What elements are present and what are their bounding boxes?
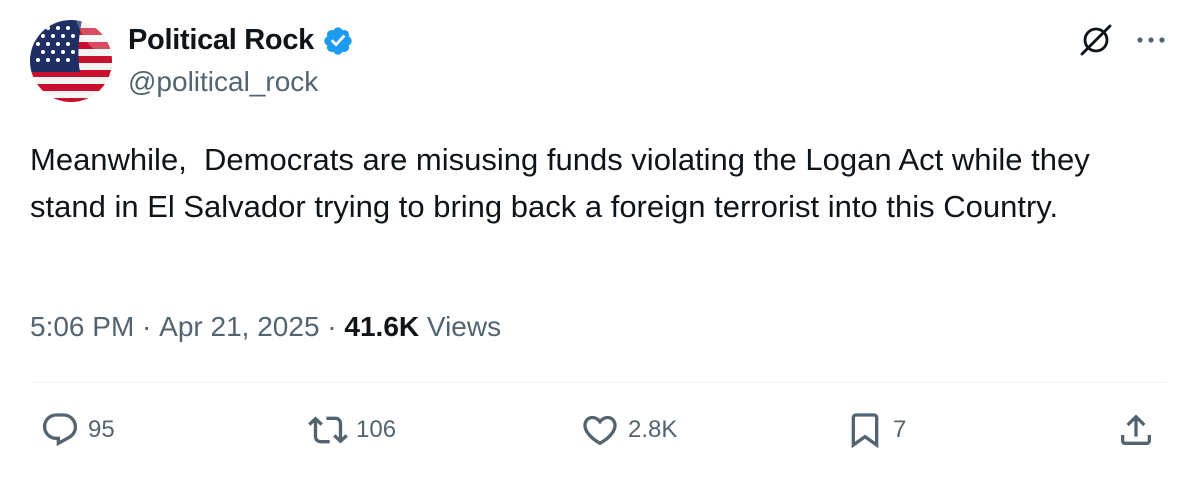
author-handle[interactable]: @political_rock — [128, 66, 318, 98]
meta-separator: · — [134, 311, 160, 342]
tweet-text: Meanwhile, Democrats are misusing funds … — [30, 142, 1099, 224]
bookmark-count: 7 — [893, 416, 907, 443]
retweet-count: 106 — [356, 416, 397, 443]
share-button[interactable] — [1116, 410, 1156, 450]
avatar[interactable] — [30, 20, 112, 102]
action-bar: 95 106 2.8K 7 — [40, 410, 1156, 456]
tweet-date[interactable]: Apr 21, 2025 — [159, 311, 319, 343]
heart-icon — [583, 415, 617, 446]
us-flag-avatar-icon — [30, 20, 112, 102]
like-button[interactable]: 2.8K — [580, 410, 677, 450]
like-count: 2.8K — [628, 416, 678, 443]
tweet-time[interactable]: 5:06 PM — [30, 311, 134, 343]
author-name[interactable]: Political Rock — [128, 24, 314, 57]
bookmark-icon — [851, 413, 879, 449]
reply-icon — [42, 413, 78, 447]
reply-button[interactable]: 95 — [40, 410, 115, 450]
divider — [30, 382, 1166, 383]
share-icon — [1121, 414, 1151, 445]
views-count: 41.6K — [344, 311, 420, 342]
meta-separator: · — [319, 311, 345, 342]
bookmark-button[interactable]: 7 — [845, 410, 906, 450]
more-icon[interactable] — [1136, 35, 1166, 45]
grok-icon[interactable] — [1078, 22, 1114, 58]
verified-badge-icon[interactable] — [322, 25, 354, 57]
tweet-meta: 5:06 PM · Apr 21, 2025 · 41.6K Views — [30, 311, 501, 343]
reply-count: 95 — [88, 416, 115, 443]
views-label: Views — [419, 311, 502, 342]
retweet-button[interactable]: 106 — [308, 410, 396, 450]
retweet-icon — [308, 416, 348, 444]
